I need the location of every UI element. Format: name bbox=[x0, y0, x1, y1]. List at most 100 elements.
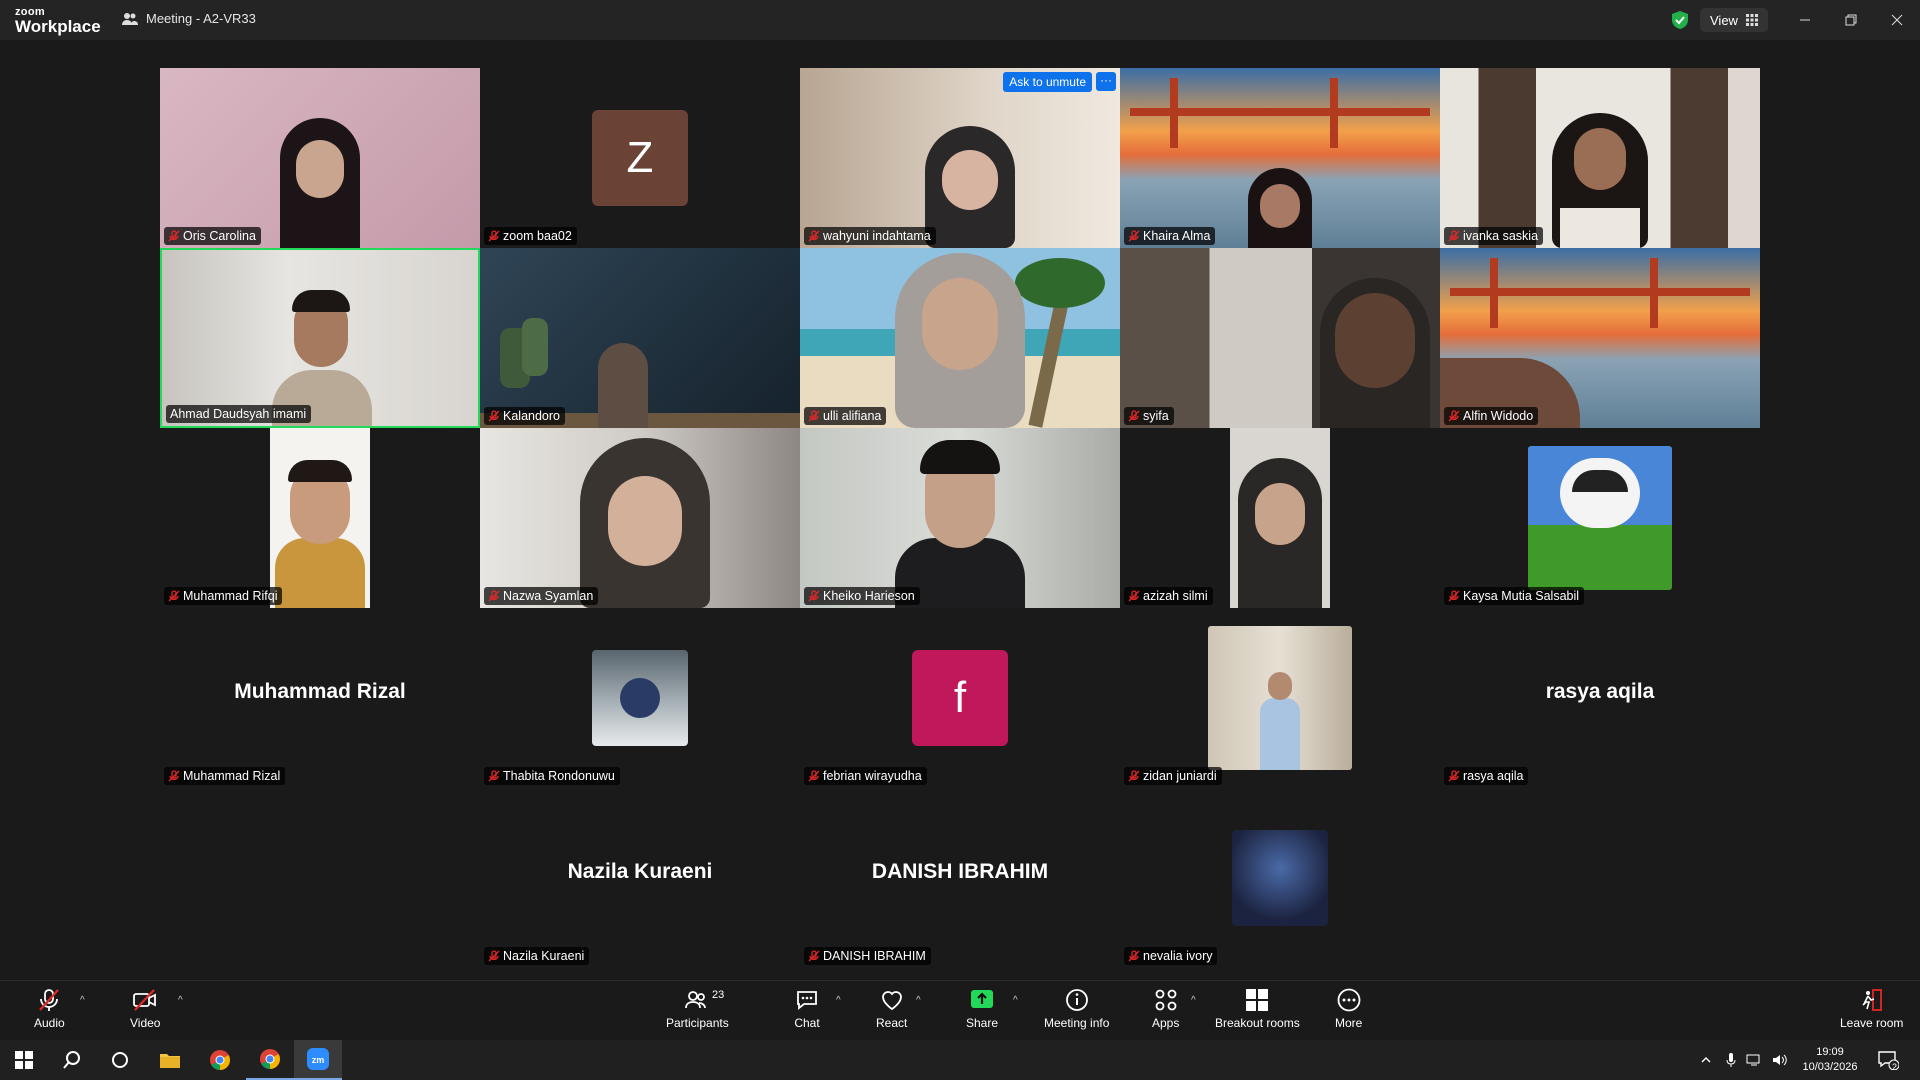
apps-button[interactable]: Apps bbox=[1152, 987, 1179, 1030]
system-tray bbox=[1700, 1040, 1788, 1080]
restore-button[interactable] bbox=[1828, 0, 1874, 40]
name-tag: rasya aqila bbox=[1444, 767, 1529, 785]
react-button[interactable]: React bbox=[876, 987, 907, 1030]
share-button[interactable]: Share bbox=[966, 987, 998, 1030]
network-icon[interactable] bbox=[1746, 1053, 1762, 1067]
chrome-button[interactable] bbox=[196, 1040, 244, 1080]
start-button[interactable] bbox=[0, 1040, 48, 1080]
participant-tile[interactable]: Oris Carolina bbox=[160, 68, 480, 248]
meeting-info-button[interactable]: Meeting info bbox=[1044, 987, 1109, 1030]
participant-tile[interactable]: Alfin Widodo bbox=[1440, 248, 1760, 428]
apps-options-chevron-icon[interactable]: ^ bbox=[1191, 995, 1196, 1006]
zoom-taskbar-button[interactable]: zm bbox=[294, 1040, 342, 1080]
notification-badge: 2 bbox=[1892, 1062, 1898, 1072]
notification-center-button[interactable]: 2 bbox=[1868, 1040, 1908, 1080]
name-tag: ivanka saskia bbox=[1444, 227, 1544, 245]
name-tag: nevalia ivory bbox=[1124, 947, 1218, 965]
video-options-chevron-icon[interactable]: ^ bbox=[178, 995, 183, 1006]
participant-tile[interactable]: ivanka saskia bbox=[1440, 68, 1760, 248]
avatar: Z bbox=[592, 110, 688, 206]
ask-to-unmute-button[interactable]: Ask to unmute bbox=[1003, 72, 1092, 92]
participant-tile[interactable]: Thabita Rondonuwu bbox=[480, 608, 800, 788]
mic-muted-icon bbox=[808, 770, 820, 782]
svg-text:zm: zm bbox=[312, 1055, 325, 1065]
windows-taskbar: zm 19:09 10/03/2026 2 bbox=[0, 1040, 1920, 1080]
mic-muted-icon bbox=[1128, 770, 1140, 782]
microphone-icon[interactable] bbox=[1726, 1053, 1736, 1067]
participant-tile[interactable]: DANISH IBRAHIM DANISH IBRAHIM bbox=[800, 788, 1120, 968]
name-tag: zoom baa02 bbox=[484, 227, 577, 245]
participant-tile[interactable]: azizah silmi bbox=[1120, 428, 1440, 608]
minimize-button[interactable] bbox=[1782, 0, 1828, 40]
folder-icon bbox=[160, 1054, 180, 1068]
participant-tile[interactable]: Muhammad Rifqi bbox=[160, 428, 480, 608]
search-icon bbox=[63, 1051, 80, 1069]
video-gallery: Oris Carolina Z zoom baa02 Ask to unmute… bbox=[0, 40, 1920, 980]
participant-tile[interactable]: nevalia ivory bbox=[1120, 788, 1440, 968]
participant-tile[interactable]: Nazwa Syamlan bbox=[480, 428, 800, 608]
profile-picture-face bbox=[1268, 672, 1292, 700]
person-face bbox=[942, 150, 998, 210]
participant-tile[interactable]: Z zoom baa02 bbox=[480, 68, 800, 248]
mic-muted-icon bbox=[1448, 410, 1460, 422]
participant-tile[interactable]: Kheiko Harieson bbox=[800, 428, 1120, 608]
apps-icon bbox=[1155, 989, 1177, 1011]
minimize-icon bbox=[1800, 19, 1810, 21]
info-icon bbox=[1065, 989, 1088, 1011]
participant-tile[interactable]: Kalandoro bbox=[480, 248, 800, 428]
participant-tile[interactable]: Khaira Alma bbox=[1120, 68, 1440, 248]
leave-room-button[interactable]: Leave room bbox=[1840, 987, 1903, 1030]
name-tag: Ahmad Daudsyah imami bbox=[166, 405, 312, 423]
participant-tile[interactable]: f febrian wirayudha bbox=[800, 608, 1120, 788]
search-button[interactable] bbox=[48, 1040, 96, 1080]
palm-leaves bbox=[1015, 258, 1105, 308]
view-button[interactable]: View bbox=[1700, 8, 1768, 32]
meeting-title[interactable]: Meeting - A2-VR33 bbox=[122, 11, 256, 26]
mic-muted-icon bbox=[808, 590, 820, 602]
cat-head bbox=[1560, 458, 1640, 528]
chrome-profile-button[interactable] bbox=[246, 1040, 294, 1080]
participant-tile-active-speaker[interactable]: Ahmad Daudsyah imami bbox=[160, 248, 480, 428]
close-button[interactable] bbox=[1874, 0, 1920, 40]
close-icon bbox=[1891, 14, 1903, 26]
participant-tile[interactable]: Muhammad Rizal Muhammad Rizal bbox=[160, 608, 480, 788]
audio-button[interactable]: Audio bbox=[34, 987, 65, 1030]
participants-icon bbox=[685, 991, 707, 1009]
participant-tile[interactable]: Kaysa Mutia Salsabil bbox=[1440, 428, 1760, 608]
encryption-shield-icon[interactable] bbox=[1670, 10, 1690, 30]
file-explorer-button[interactable] bbox=[146, 1040, 194, 1080]
tile-more-button[interactable]: ··· bbox=[1096, 72, 1116, 91]
profile-picture bbox=[1232, 830, 1328, 926]
breakout-rooms-icon bbox=[1246, 989, 1269, 1011]
video-button[interactable]: Video bbox=[130, 987, 160, 1030]
volume-icon[interactable] bbox=[1772, 1053, 1788, 1067]
participant-tile[interactable]: ulli alifiana bbox=[800, 248, 1120, 428]
chat-options-chevron-icon[interactable]: ^ bbox=[836, 995, 841, 1006]
mic-muted-icon bbox=[488, 770, 500, 782]
name-tag: Thabita Rondonuwu bbox=[484, 767, 620, 785]
share-options-chevron-icon[interactable]: ^ bbox=[1013, 995, 1018, 1006]
participant-tile[interactable]: syifa bbox=[1120, 248, 1440, 428]
more-button[interactable]: More bbox=[1335, 987, 1362, 1030]
heart-icon bbox=[881, 991, 902, 1011]
mic-muted-icon bbox=[1128, 230, 1140, 242]
participant-tile[interactable]: Ask to unmute ··· wahyuni indahtama bbox=[800, 68, 1120, 248]
more-dots-icon bbox=[1337, 988, 1361, 1012]
participant-tile[interactable]: rasya aqila rasya aqila bbox=[1440, 608, 1760, 788]
participants-count: 23 bbox=[712, 989, 725, 1001]
chevron-up-icon[interactable] bbox=[1700, 1054, 1712, 1066]
leave-room-icon bbox=[1862, 989, 1882, 1011]
person-face bbox=[1335, 293, 1415, 388]
participant-tile[interactable]: zidan juniardi bbox=[1120, 608, 1440, 788]
task-view-button[interactable] bbox=[96, 1040, 144, 1080]
react-options-chevron-icon[interactable]: ^ bbox=[916, 995, 921, 1006]
name-tag: Kheiko Harieson bbox=[804, 587, 920, 605]
person-face bbox=[1574, 128, 1626, 190]
chat-button[interactable]: Chat bbox=[794, 987, 820, 1030]
breakout-rooms-button[interactable]: Breakout rooms bbox=[1215, 987, 1300, 1030]
system-clock[interactable]: 19:09 10/03/2026 bbox=[1790, 1045, 1870, 1075]
name-tag: syifa bbox=[1124, 407, 1174, 425]
audio-options-chevron-icon[interactable]: ^ bbox=[80, 995, 85, 1006]
mic-muted-icon bbox=[488, 410, 500, 422]
participant-tile[interactable]: Nazila Kuraeni Nazila Kuraeni bbox=[480, 788, 800, 968]
